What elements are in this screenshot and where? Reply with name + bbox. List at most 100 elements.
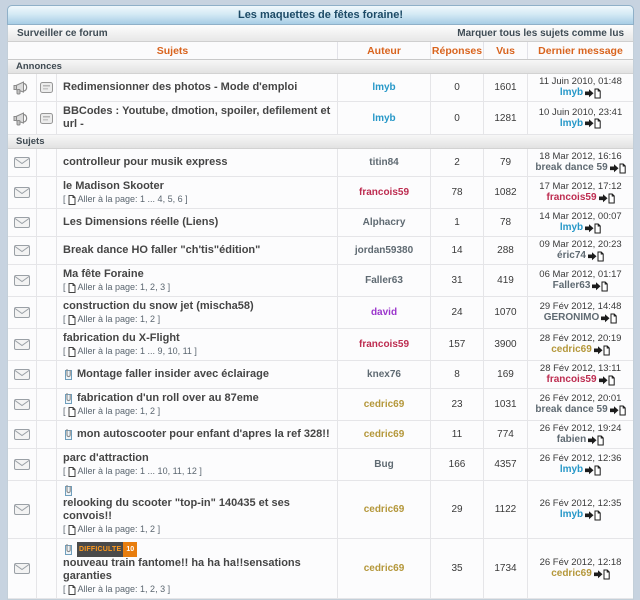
- topic-title-line: relooking du scooter "top-in" 140435 et …: [63, 484, 331, 523]
- last-poster-link[interactable]: lmyb: [560, 87, 583, 99]
- last-poster-link[interactable]: fabien: [557, 434, 586, 446]
- author-cell: Faller63: [338, 265, 431, 296]
- go-to-last-post-icon[interactable]: [610, 163, 626, 174]
- go-to-last-post-icon[interactable]: [594, 569, 610, 580]
- go-to-last-post-icon[interactable]: [610, 405, 626, 416]
- last-poster-link[interactable]: éric74: [557, 250, 586, 262]
- author-link[interactable]: jordan59380: [355, 245, 413, 256]
- author-link[interactable]: Bug: [374, 459, 393, 470]
- column-header-replies[interactable]: Réponses: [431, 42, 484, 59]
- last-post-cell: 26 Fév 2012, 12:35lmyb: [528, 481, 633, 538]
- note-icon: [40, 82, 53, 93]
- last-poster-link[interactable]: francois59: [546, 192, 596, 204]
- go-to-last-post-icon[interactable]: [601, 313, 617, 324]
- column-header-last-post[interactable]: Dernier message: [528, 42, 633, 59]
- topic-title-link[interactable]: le Madison Skooter: [63, 180, 164, 193]
- go-to-last-post-icon[interactable]: [585, 223, 601, 234]
- last-poster-link[interactable]: francois59: [546, 374, 596, 386]
- goto-page-link[interactable]: [Aller à la page: 1, 2 ]: [63, 314, 160, 325]
- topic-cell: construction du snow jet (mischa58)[Alle…: [57, 297, 338, 328]
- author-link[interactable]: francois59: [359, 339, 409, 350]
- page-icon: [68, 525, 76, 535]
- author-link[interactable]: lmyb: [372, 82, 395, 93]
- last-poster-link[interactable]: lmyb: [560, 464, 583, 476]
- envelope-icon: [14, 157, 30, 168]
- topic-cell: Ma fête Foraine[Aller à la page: 1, 2, 3…: [57, 265, 338, 296]
- last-poster-link[interactable]: cedric69: [551, 344, 592, 356]
- topic-status-cell: [8, 237, 37, 264]
- watch-forum-link[interactable]: Surveiller ce forum: [17, 28, 108, 39]
- author-link[interactable]: titin84: [369, 157, 398, 168]
- go-to-last-post-icon[interactable]: [599, 375, 615, 386]
- go-to-last-post-icon[interactable]: [592, 281, 608, 292]
- goto-page-link[interactable]: [Aller à la page: 1 ... 4, 5, 6 ]: [63, 194, 188, 205]
- last-poster-link[interactable]: lmyb: [560, 509, 583, 521]
- topic-row: Break dance HO faller "ch'tis"édition" jo…: [8, 237, 633, 265]
- author-link[interactable]: cedric69: [364, 563, 405, 574]
- author-link[interactable]: lmyb: [372, 113, 395, 124]
- column-header-views[interactable]: Vus: [484, 42, 528, 59]
- goto-page-link[interactable]: [Aller à la page: 1, 2 ]: [63, 406, 160, 417]
- column-header-author[interactable]: Auteur: [338, 42, 431, 59]
- topic-title-link[interactable]: nouveau train fantome!! ha ha ha!!sensat…: [63, 557, 331, 583]
- author-link[interactable]: david: [371, 307, 397, 318]
- go-to-last-post-icon[interactable]: [599, 193, 615, 204]
- topic-subicon-cell: [37, 209, 57, 236]
- topic-cell: mon autoscooter pour enfant d'apres la r…: [57, 421, 338, 448]
- topic-title-link[interactable]: Montage faller insider avec éclairage: [77, 368, 269, 381]
- topic-title-link[interactable]: Redimensionner des photos - Mode d'emplo…: [63, 81, 297, 94]
- forum-toolbar: Surveiller ce forum Marquer tous les suj…: [7, 25, 634, 42]
- last-post-date: 17 Mar 2012, 17:12: [539, 181, 621, 192]
- author-link[interactable]: knex76: [367, 369, 401, 380]
- last-poster-link[interactable]: cedric69: [551, 568, 592, 580]
- go-to-last-post-icon[interactable]: [585, 465, 601, 476]
- topic-row: le Madison Skooter[Aller à la page: 1 ..…: [8, 177, 633, 209]
- author-link[interactable]: Faller63: [365, 275, 403, 286]
- goto-page-link[interactable]: [Aller à la page: 1 ... 10, 11, 12 ]: [63, 466, 202, 477]
- goto-page-open-bracket: [: [63, 524, 66, 535]
- go-to-last-post-icon[interactable]: [585, 510, 601, 521]
- last-poster-link[interactable]: lmyb: [560, 118, 583, 130]
- goto-page-text: Aller à la page: 1 ... 9, 10, 11 ]: [78, 346, 197, 357]
- attachment-icon: [63, 428, 74, 441]
- last-poster-link[interactable]: lmyb: [560, 222, 583, 234]
- last-poster-link[interactable]: break dance 59: [535, 404, 607, 416]
- topic-title-link[interactable]: mon autoscooter pour enfant d'apres la r…: [77, 428, 330, 441]
- column-header-topics[interactable]: Sujets: [8, 42, 338, 59]
- topic-title-link[interactable]: fabrication du X-Flight: [63, 332, 180, 345]
- topic-title-link[interactable]: Ma fête Foraine: [63, 268, 144, 281]
- topic-title-link[interactable]: controlleur pour musik express: [63, 156, 227, 169]
- mark-read-link[interactable]: Marquer tous les sujets comme lus: [457, 28, 624, 39]
- author-link[interactable]: cedric69: [364, 429, 405, 440]
- topic-title-link[interactable]: BBCodes : Youtube, dmotion, spoiler, def…: [63, 105, 331, 131]
- go-to-last-post-icon[interactable]: [594, 345, 610, 356]
- last-poster-link[interactable]: break dance 59: [535, 162, 607, 174]
- goto-page-link[interactable]: [Aller à la page: 1, 2, 3 ]: [63, 282, 170, 293]
- author-cell: lmyb: [338, 102, 431, 134]
- go-to-last-post-icon[interactable]: [588, 251, 604, 262]
- last-poster-link[interactable]: GERONIMO: [544, 312, 600, 324]
- author-cell: cedric69: [338, 421, 431, 448]
- author-link[interactable]: cedric69: [364, 399, 405, 410]
- topic-title-link[interactable]: construction du snow jet (mischa58): [63, 300, 254, 313]
- go-to-last-post-icon[interactable]: [588, 435, 604, 446]
- replies-cell: 78: [431, 177, 484, 208]
- go-to-last-post-icon[interactable]: [585, 118, 601, 129]
- author-link[interactable]: francois59: [359, 187, 409, 198]
- topic-status-cell: [8, 102, 37, 134]
- goto-page-link[interactable]: [Aller à la page: 1, 2, 3 ]: [63, 584, 170, 595]
- last-post-date: 26 Fév 2012, 12:35: [540, 498, 622, 509]
- topic-title-link[interactable]: parc d'attraction: [63, 452, 149, 465]
- envelope-icon: [14, 459, 30, 470]
- goto-page-link[interactable]: [Aller à la page: 1 ... 9, 10, 11 ]: [63, 346, 197, 357]
- goto-page-link[interactable]: [Aller à la page: 1, 2 ]: [63, 524, 160, 535]
- author-link[interactable]: cedric69: [364, 504, 405, 515]
- topic-row: mon autoscooter pour enfant d'apres la r…: [8, 421, 633, 449]
- topic-title-link[interactable]: Les Dimensions réelle (Liens): [63, 216, 218, 229]
- topic-title-link[interactable]: fabrication d'un roll over au 87eme: [77, 392, 259, 405]
- go-to-last-post-icon[interactable]: [585, 88, 601, 99]
- topic-title-link[interactable]: Break dance HO faller "ch'tis"édition": [63, 244, 260, 257]
- topic-subicon-cell: [37, 74, 57, 101]
- author-link[interactable]: Alphacry: [363, 217, 406, 228]
- last-poster-link[interactable]: Faller63: [553, 280, 591, 292]
